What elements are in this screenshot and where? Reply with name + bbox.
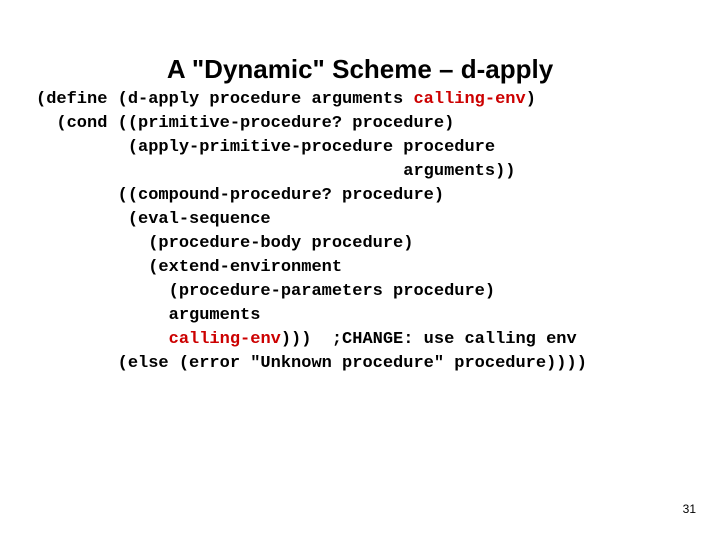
code-line-11b-calling-env: calling-env	[169, 330, 281, 349]
code-block: (define (d-apply procedure arguments cal…	[36, 88, 587, 376]
slide-title: A "Dynamic" Scheme – d-apply	[0, 54, 720, 85]
code-line-3: (apply-primitive-procedure procedure	[36, 138, 495, 157]
code-line-1b-calling-env: calling-env	[413, 90, 525, 109]
code-line-9: (procedure-parameters procedure)	[36, 282, 495, 301]
code-line-7: (procedure-body procedure)	[36, 234, 413, 253]
code-line-6: (eval-sequence	[36, 210, 271, 229]
code-line-4: arguments))	[36, 162, 515, 181]
code-line-8: (extend-environment	[36, 258, 342, 277]
code-line-10: arguments	[36, 306, 260, 325]
code-line-1a: (define (d-apply procedure arguments	[36, 90, 413, 109]
code-line-2: (cond ((primitive-procedure? procedure)	[36, 114, 454, 133]
page-number: 31	[683, 502, 696, 516]
code-line-11c: ))) ;CHANGE: use calling env	[281, 330, 577, 349]
code-line-1c: )	[526, 90, 536, 109]
code-line-11a	[36, 330, 169, 349]
code-line-5: ((compound-procedure? procedure)	[36, 186, 444, 205]
code-line-12: (else (error "Unknown procedure" procedu…	[36, 354, 587, 373]
